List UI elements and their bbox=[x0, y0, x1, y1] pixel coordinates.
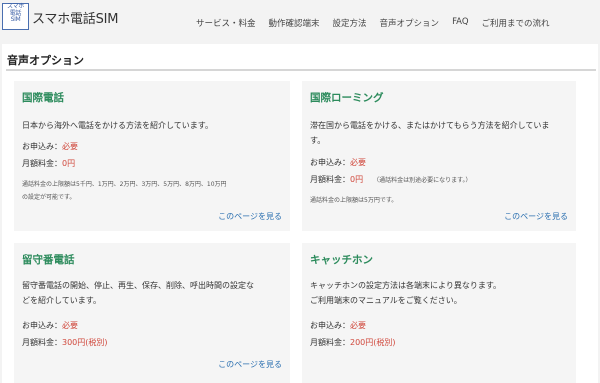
see-page-link[interactable]: このページを見る bbox=[504, 211, 568, 222]
fee-label: 月額料金： bbox=[310, 338, 350, 347]
fee-row: 月額料金：0円 bbox=[22, 158, 75, 169]
apply-label: お申込み： bbox=[310, 321, 350, 330]
nav-service-pricing[interactable]: サービス・料金 bbox=[196, 17, 256, 29]
apply-value: 必要 bbox=[350, 321, 366, 330]
apply-label: お申込み： bbox=[22, 142, 62, 151]
limit-note: 通話料金の上限額は5万円です。 bbox=[310, 194, 397, 207]
fee-value: 200円(税別) bbox=[350, 338, 396, 347]
fee-value: 300円(税別) bbox=[62, 338, 108, 347]
card-international-call: 国際電話 日本から海外へ電話をかける方法を紹介しています。 お申込み：必要 月額… bbox=[14, 81, 290, 231]
fee-value: 0円 bbox=[350, 175, 364, 184]
card-description: キャッチホンの設定方法は各端末により異なります。 ご利用端末のマニュアルをご覧く… bbox=[310, 278, 501, 308]
apply-row: お申込み：必要 bbox=[310, 320, 366, 331]
apply-value: 必要 bbox=[350, 158, 366, 167]
card-voicemail: 留守番電話 留守番電話の開始、停止、再生、保存、削除、呼出時間の設定な どを紹介… bbox=[14, 243, 290, 383]
apply-value: 必要 bbox=[62, 321, 78, 330]
site-logo[interactable]: スマホ 電話 SIM bbox=[2, 3, 29, 30]
card-title[interactable]: キャッチホン bbox=[310, 252, 373, 267]
limit-note: 通話料金の上限額は5千円、1万円、2万円、3万円、5万円、8万円、10万円 の設… bbox=[22, 178, 227, 204]
note-line: 通話料金の上限額は5千円、1万円、2万円、3万円、5万円、8万円、10万円 bbox=[22, 181, 227, 188]
main-nav: サービス・料金 動作確認端末 設定方法 音声オプション FAQ ご利用までの流れ bbox=[196, 17, 563, 29]
see-page-link[interactable]: このページを見る bbox=[218, 211, 282, 222]
fee-row: 月額料金：200円(税別) bbox=[310, 337, 396, 348]
apply-label: お申込み： bbox=[22, 321, 62, 330]
note-line: 通話料金の上限額は5万円です。 bbox=[310, 197, 398, 204]
apply-value: 必要 bbox=[62, 142, 78, 151]
note-line: の設定が可能です。 bbox=[22, 194, 76, 201]
page-title: 音声オプション bbox=[7, 54, 84, 67]
card-call-waiting: キャッチホン キャッチホンの設定方法は各端末により異なります。 ご利用端末のマニ… bbox=[302, 243, 576, 383]
fee-row: 月額料金：0円 （通話料金は別途必要になります。） bbox=[310, 174, 472, 185]
card-description: 日本から海外へ電話をかける方法を紹介しています。 bbox=[22, 118, 213, 133]
fee-note: （通話料金は別途必要になります。） bbox=[373, 177, 472, 184]
desc-line: す。 bbox=[310, 136, 326, 145]
fee-label: 月額料金： bbox=[310, 175, 350, 184]
nav-setup[interactable]: 設定方法 bbox=[333, 17, 367, 29]
desc-line: 滞在国から電話をかける、またはかけてもらう方法を紹介していま bbox=[310, 121, 550, 130]
apply-label: お申込み： bbox=[310, 158, 350, 167]
see-page-link[interactable]: このページを見る bbox=[218, 359, 282, 370]
site-title[interactable]: スマホ電話SIM bbox=[32, 8, 119, 27]
nav-faq[interactable]: FAQ bbox=[452, 17, 468, 29]
nav-voice-options[interactable]: 音声オプション bbox=[380, 17, 440, 29]
fee-row: 月額料金：300円(税別) bbox=[22, 337, 108, 348]
site-header: スマホ 電話 SIM スマホ電話SIM サービス・料金 動作確認端末 設定方法 … bbox=[0, 0, 600, 42]
apply-row: お申込み：必要 bbox=[22, 141, 78, 152]
fee-label: 月額料金： bbox=[22, 338, 62, 347]
title-divider bbox=[6, 69, 596, 71]
card-title[interactable]: 留守番電話 bbox=[22, 252, 75, 267]
desc-line: どを紹介しています。 bbox=[22, 296, 101, 305]
apply-row: お申込み：必要 bbox=[22, 320, 78, 331]
nav-compatible-devices[interactable]: 動作確認端末 bbox=[269, 17, 320, 29]
card-description: 滞在国から電話をかける、またはかけてもらう方法を紹介していま す。 bbox=[310, 118, 549, 148]
card-description: 留守番電話の開始、停止、再生、保存、削除、呼出時間の設定な どを紹介しています。 bbox=[22, 278, 254, 308]
card-title[interactable]: 国際電話 bbox=[22, 90, 64, 105]
card-international-roaming: 国際ローミング 滞在国から電話をかける、またはかけてもらう方法を紹介していま す… bbox=[302, 81, 576, 231]
logo-line-3: SIM bbox=[10, 16, 21, 24]
desc-line: 日本から海外へ電話をかける方法を紹介しています。 bbox=[22, 121, 213, 130]
card-title[interactable]: 国際ローミング bbox=[310, 90, 384, 105]
nav-getting-started[interactable]: ご利用までの流れ bbox=[482, 17, 550, 29]
desc-line: キャッチホンの設定方法は各端末により異なります。 bbox=[310, 281, 502, 290]
fee-label: 月額料金： bbox=[22, 159, 62, 168]
fee-value: 0円 bbox=[62, 159, 76, 168]
desc-line: ご利用端末のマニュアルをご覧ください。 bbox=[310, 296, 462, 305]
desc-line: 留守番電話の開始、停止、再生、保存、削除、呼出時間の設定な bbox=[22, 281, 254, 290]
apply-row: お申込み：必要 bbox=[310, 157, 366, 168]
